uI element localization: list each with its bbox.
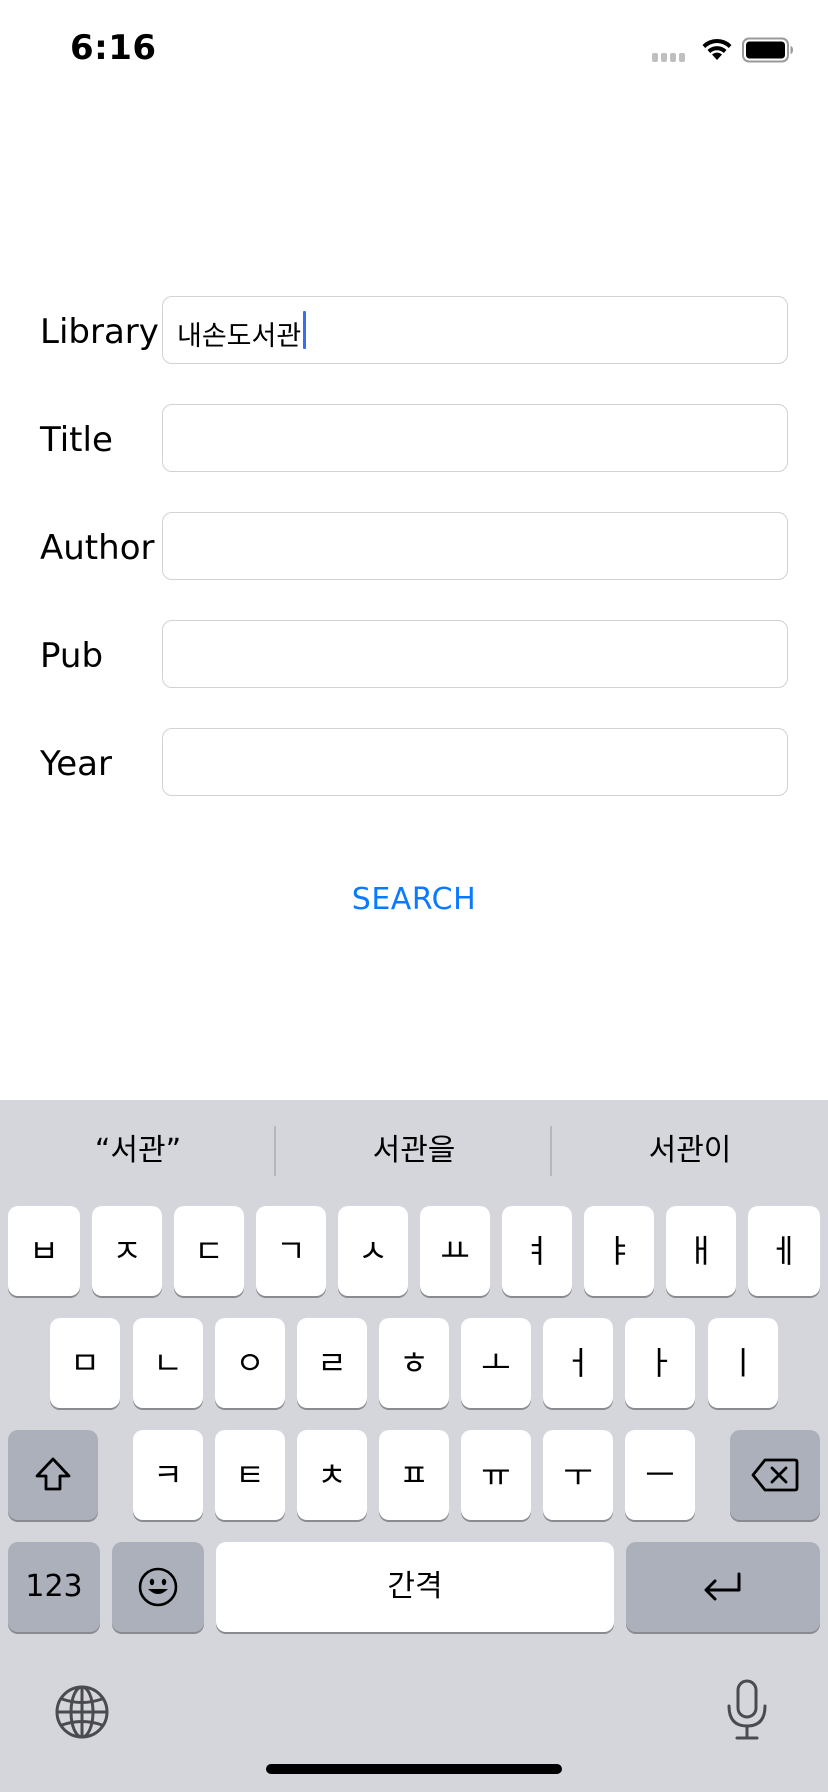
author-input[interactable] <box>162 512 788 580</box>
emoji-icon <box>138 1567 178 1607</box>
key-giyeok[interactable]: ㄱ <box>256 1206 326 1296</box>
key-siot[interactable]: ㅅ <box>338 1206 408 1296</box>
space-key[interactable]: 간격 <box>216 1542 614 1632</box>
library-label: Library <box>40 312 159 352</box>
key-yo[interactable]: ㅛ <box>420 1206 490 1296</box>
text-cursor <box>303 311 306 349</box>
pub-input[interactable] <box>162 620 788 688</box>
shift-icon <box>35 1457 71 1491</box>
key-bieup[interactable]: ㅂ <box>8 1206 80 1296</box>
key-tieut[interactable]: ㅌ <box>215 1430 285 1520</box>
key-chieut[interactable]: ㅊ <box>297 1430 367 1520</box>
title-input[interactable] <box>162 404 788 472</box>
key-o[interactable]: ㅗ <box>461 1318 531 1408</box>
key-mieum[interactable]: ㅁ <box>50 1318 120 1408</box>
key-jieut[interactable]: ㅈ <box>92 1206 162 1296</box>
wifi-icon <box>702 38 732 60</box>
emoji-key[interactable] <box>112 1542 204 1632</box>
suggestion-item[interactable]: “서관” <box>0 1124 276 1178</box>
return-key[interactable] <box>626 1542 820 1632</box>
cellular-signal-icon <box>652 53 690 62</box>
suggestion-bar: “서관” 서관을 서관이 <box>0 1100 828 1200</box>
shift-key[interactable] <box>8 1430 98 1520</box>
library-input-value: 내손도서관 <box>177 321 302 352</box>
key-ieung[interactable]: ㅇ <box>215 1318 285 1408</box>
key-kieuk[interactable]: ㅋ <box>133 1430 203 1520</box>
key-yu[interactable]: ㅠ <box>461 1430 531 1520</box>
author-label: Author <box>40 528 155 568</box>
key-rieul[interactable]: ㄹ <box>297 1318 367 1408</box>
pub-label: Pub <box>40 636 104 676</box>
suggestion-item[interactable]: 서관을 <box>276 1124 552 1178</box>
key-nieun[interactable]: ㄴ <box>133 1318 203 1408</box>
key-a[interactable]: ㅏ <box>625 1318 695 1408</box>
home-indicator <box>266 1764 562 1774</box>
numbers-key[interactable]: 123 <box>8 1542 100 1632</box>
return-icon <box>704 1572 741 1601</box>
key-ya[interactable]: ㅑ <box>584 1206 654 1296</box>
delete-icon <box>751 1458 799 1492</box>
key-pieup[interactable]: ㅍ <box>379 1430 449 1520</box>
pub-row: Pub <box>0 620 828 688</box>
author-row: Author <box>0 512 828 580</box>
key-yeo[interactable]: ㅕ <box>502 1206 572 1296</box>
year-input[interactable] <box>162 728 788 796</box>
key-eo[interactable]: ㅓ <box>543 1318 613 1408</box>
keyboard: “서관” 서관을 서관이 ㅂ ㅈ ㄷ ㄱ ㅅ ㅛ ㅕ ㅑ ㅐ ㅔ ㅁ ㄴ ㅇ ㄹ… <box>0 1100 828 1792</box>
library-row: Library 내손도서관 <box>0 296 828 364</box>
title-row: Title <box>0 404 828 472</box>
title-label: Title <box>40 420 113 460</box>
key-ae[interactable]: ㅐ <box>666 1206 736 1296</box>
key-digeut[interactable]: ㄷ <box>174 1206 244 1296</box>
delete-key[interactable] <box>730 1430 820 1520</box>
status-bar: 6:16 <box>0 0 828 100</box>
key-eu[interactable]: ㅡ <box>625 1430 695 1520</box>
library-input[interactable]: 내손도서관 <box>162 296 788 364</box>
suggestion-item[interactable]: 서관이 <box>552 1124 828 1178</box>
key-i[interactable]: ㅣ <box>708 1318 778 1408</box>
key-hieut[interactable]: ㅎ <box>379 1318 449 1408</box>
globe-icon[interactable] <box>54 1684 110 1740</box>
status-time: 6:16 <box>70 28 157 68</box>
year-row: Year <box>0 728 828 796</box>
key-e[interactable]: ㅔ <box>748 1206 820 1296</box>
search-button[interactable]: SEARCH <box>0 882 828 930</box>
year-label: Year <box>40 744 112 784</box>
key-u[interactable]: ㅜ <box>543 1430 613 1520</box>
battery-icon <box>742 37 793 63</box>
microphone-icon[interactable] <box>724 1678 770 1742</box>
